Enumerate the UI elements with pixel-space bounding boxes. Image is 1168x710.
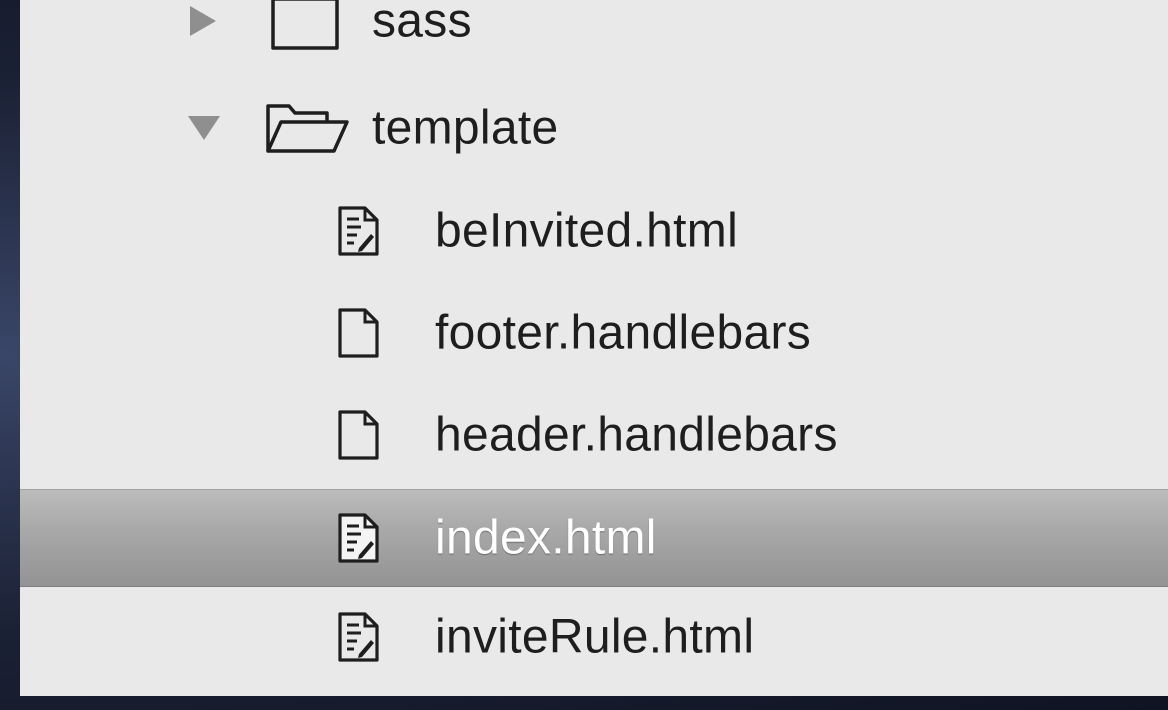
html-file-icon [338, 206, 379, 256]
disclosure-collapsed-icon[interactable] [188, 4, 218, 38]
tree-item-inviterule-html[interactable]: inviteRule.html [20, 587, 1168, 687]
folder-open-icon [266, 104, 349, 153]
html-file-icon [338, 612, 379, 662]
tree-item-label: header.handlebars [435, 408, 838, 462]
plain-file-icon [338, 410, 379, 460]
tree-item-beinvited-html[interactable]: beInvited.html [20, 181, 1168, 281]
file-navigator-panel: sass template beInvited.html footer.hand… [20, 0, 1168, 696]
tree-item-footer-handlebars[interactable]: footer.handlebars [20, 283, 1168, 383]
tree-item-template[interactable]: template [20, 78, 1168, 178]
tree-item-header-handlebars[interactable]: header.handlebars [20, 385, 1168, 485]
tree-item-label: index.html [435, 511, 657, 565]
tree-item-sass[interactable]: sass [20, 0, 1168, 71]
tree-item-label: beInvited.html [435, 204, 739, 258]
disclosure-expanded-icon[interactable] [186, 114, 222, 142]
folder-closed-icon [271, 0, 339, 50]
plain-file-icon [338, 308, 379, 358]
html-file-icon [338, 513, 379, 563]
tree-item-label: template [372, 101, 559, 155]
tree-item-index-html[interactable]: index.html [20, 489, 1168, 587]
tree-item-label: sass [372, 0, 472, 48]
tree-item-label: footer.handlebars [435, 306, 812, 360]
tree-item-label: inviteRule.html [435, 610, 755, 664]
